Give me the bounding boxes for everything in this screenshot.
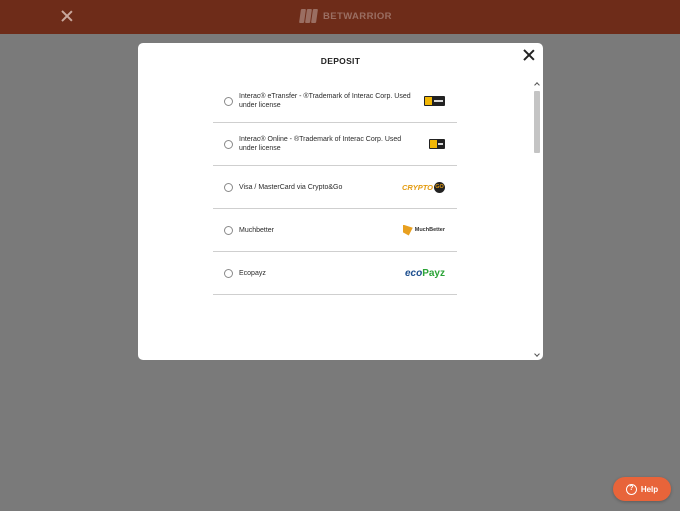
go-logo-badge: GO: [434, 181, 445, 193]
interac-etransfer-logo: [424, 94, 445, 108]
muchbetter-logo-text: MuchBetter: [414, 227, 445, 233]
close-icon[interactable]: [60, 9, 74, 23]
payment-method-label: Visa / MasterCard via Crypto&Go: [239, 184, 343, 191]
brand-logo: BETWARRIOR: [299, 9, 392, 23]
deposit-modal: DEPOSIT Interac® eTransfer - ®Trademark …: [138, 43, 543, 360]
crypto-logo-text: CRYPTO: [402, 182, 433, 192]
payment-method-interac-online[interactable]: Interac® Online - ®Trademark of Interac …: [213, 123, 457, 166]
muchbetter-icon: [402, 224, 413, 236]
payment-method-list: Interac® eTransfer - ®Trademark of Inter…: [213, 80, 457, 295]
payment-method-label: Interac® Online - ®Trademark of Interac …: [239, 136, 402, 152]
ecopayz-logo-eco: eco: [404, 267, 423, 279]
payment-method-label: Muchbetter: [239, 227, 275, 234]
radio-button[interactable]: [224, 269, 233, 278]
brand-name: BETWARRIOR: [323, 10, 392, 22]
payment-method-interac-etransfer[interactable]: Interac® eTransfer - ®Trademark of Inter…: [213, 80, 457, 123]
payment-method-crypto-and-go[interactable]: Visa / MasterCard via Crypto&Go CRYPTO GO: [213, 166, 457, 209]
scroll-up-arrow-icon[interactable]: [534, 81, 540, 87]
modal-title: DEPOSIT: [320, 56, 361, 66]
radio-button[interactable]: [224, 97, 233, 106]
top-bar: BETWARRIOR: [0, 0, 680, 34]
scrollbar[interactable]: [533, 81, 541, 358]
radio-button[interactable]: [224, 226, 233, 235]
radio-button[interactable]: [224, 183, 233, 192]
crypto-and-go-logo: CRYPTO GO: [402, 180, 445, 194]
payment-method-ecopayz[interactable]: Ecopayz ecoPayz: [213, 252, 457, 295]
betwarrior-logo-icon: [299, 9, 318, 23]
radio-button[interactable]: [224, 140, 233, 149]
ecopayz-logo-payz: Payz: [422, 267, 445, 279]
scroll-down-arrow-icon[interactable]: [534, 352, 540, 358]
payment-method-muchbetter[interactable]: Muchbetter MuchBetter: [213, 209, 457, 252]
payment-method-label: Interac® eTransfer - ®Trademark of Inter…: [239, 93, 411, 109]
ecopayz-logo: ecoPayz: [405, 266, 445, 280]
help-label: Help: [640, 484, 659, 494]
payment-method-label: Ecopayz: [239, 270, 266, 277]
interac-online-logo: [429, 137, 445, 151]
modal-close-icon[interactable]: [523, 49, 535, 61]
question-icon: ?: [625, 483, 637, 495]
scrollbar-thumb[interactable]: [534, 91, 540, 153]
muchbetter-logo: MuchBetter: [402, 223, 445, 237]
help-button[interactable]: ? Help: [613, 477, 671, 501]
